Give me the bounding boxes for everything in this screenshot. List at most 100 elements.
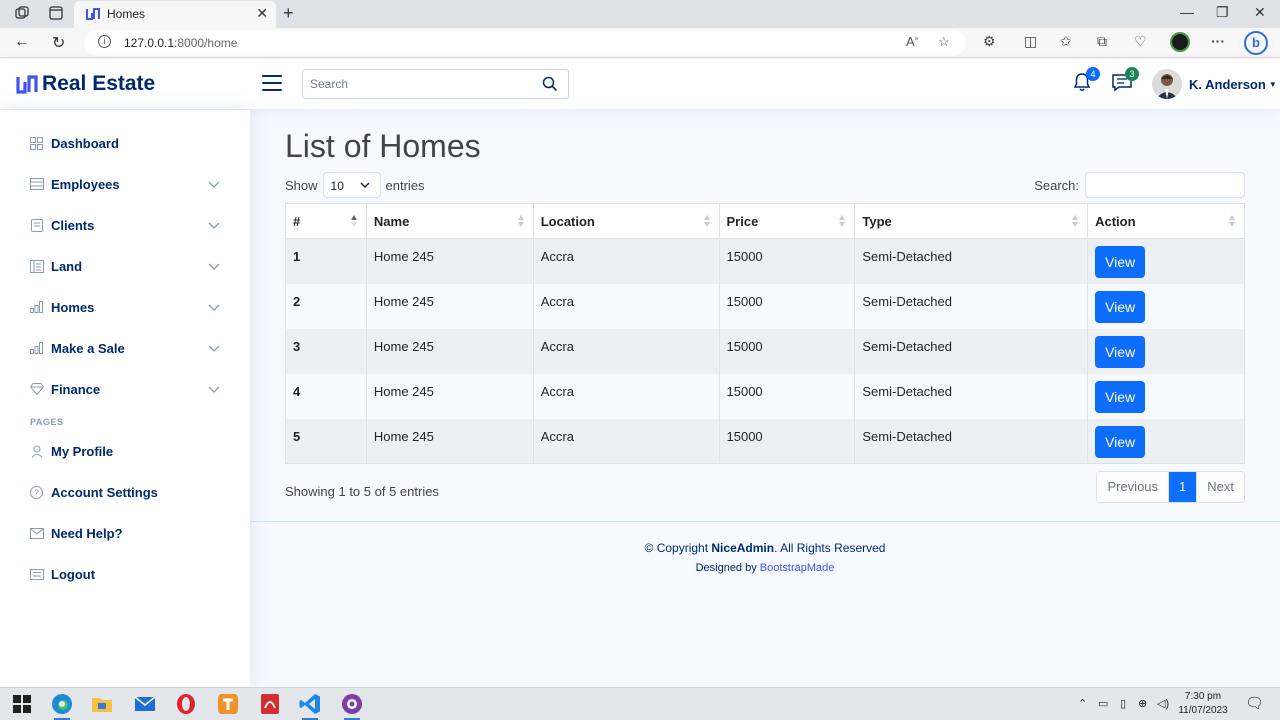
cell-location: Accra: [532, 328, 720, 374]
column-header-type[interactable]: Type: [854, 203, 1089, 239]
sidebar-item-dashboard[interactable]: Dashboard: [20, 125, 230, 161]
pdf-reader-icon[interactable]: [258, 692, 282, 716]
column-header-label: Action: [1095, 213, 1136, 229]
extensions-icon[interactable]: ⚙: [983, 33, 996, 50]
back-icon[interactable]: ←: [14, 33, 30, 51]
close-tab-icon[interactable]: ✕: [256, 5, 268, 22]
cell-price: 15000: [718, 328, 856, 374]
view-button[interactable]: View: [1095, 380, 1146, 413]
browser-toolbar: ← ↻ i 127.0.0.1:8000/home A» ☆ ⚙ ◫ ✩ ⧉ ♡…: [0, 28, 1280, 58]
column-header-name[interactable]: Name: [365, 203, 534, 239]
column-header-number[interactable]: #: [285, 203, 367, 239]
read-aloud-icon[interactable]: A»: [906, 34, 919, 49]
copilot-icon[interactable]: b: [1244, 31, 1268, 55]
search-input[interactable]: [303, 70, 533, 98]
favorites-icon[interactable]: ✩: [1060, 33, 1072, 50]
column-header-label: Location: [540, 213, 595, 229]
sidebar-item-homes[interactable]: Homes: [20, 289, 230, 325]
view-button[interactable]: View: [1095, 425, 1146, 458]
designer-link[interactable]: BootstrapMade: [760, 562, 835, 574]
browser-profile-avatar[interactable]: [1170, 32, 1190, 52]
column-header-location[interactable]: Location: [532, 203, 720, 239]
edge-browser-icon[interactable]: [50, 692, 74, 720]
column-header-price[interactable]: Price: [718, 203, 856, 239]
user-name: K. Anderson: [1189, 76, 1266, 92]
next-page-button[interactable]: Next: [1196, 472, 1244, 502]
cell-number: 5: [285, 418, 367, 464]
workspaces-icon[interactable]: [14, 6, 30, 22]
url-host: 127.0.0.1: [124, 36, 175, 50]
tab-homes[interactable]: Homes ✕: [74, 1, 276, 28]
tab-actions-icon[interactable]: [48, 6, 64, 22]
chevron-down-icon: [208, 304, 220, 311]
sidebar-item-clients[interactable]: Clients: [20, 207, 230, 243]
opera-icon[interactable]: [174, 692, 198, 716]
sort-asc-icon: [350, 215, 357, 227]
view-button[interactable]: View: [1095, 335, 1146, 368]
battery-icon[interactable]: ▭: [1098, 697, 1108, 710]
sidebar: Dashboard Employees Clients Land Homes M…: [0, 110, 250, 687]
vscode-icon[interactable]: [298, 692, 322, 720]
favorite-star-icon[interactable]: ☆: [938, 34, 950, 50]
sidebar-item-finance[interactable]: Finance: [20, 371, 230, 407]
meet-now-icon[interactable]: ▯: [1120, 697, 1126, 710]
homes-table: # Name Location Price Type Action 1 Home…: [285, 203, 1245, 464]
cell-type: Semi-Detached: [854, 418, 1089, 464]
sidebar-item-label: Homes: [51, 299, 95, 315]
sidebar-item-label: My Profile: [51, 443, 114, 459]
page-1-button[interactable]: 1: [1168, 472, 1197, 502]
restore-icon[interactable]: ❐: [1216, 4, 1229, 21]
new-tab-icon[interactable]: +: [283, 3, 294, 24]
sidebar-item-account-settings[interactable]: ? Account Settings: [20, 474, 230, 510]
notification-center-icon[interactable]: 🗨: [1245, 694, 1264, 712]
caret-down-icon: ▼: [1268, 79, 1277, 89]
sidebar-item-logout[interactable]: Logout: [20, 556, 230, 592]
file-explorer-icon[interactable]: [90, 692, 114, 716]
sidebar-item-need-help[interactable]: Need Help?: [20, 515, 230, 551]
chevron-down-icon: [208, 386, 220, 393]
volume-icon[interactable]: ◁): [1157, 697, 1169, 710]
messages-button[interactable]: 3: [1111, 67, 1139, 93]
split-screen-icon[interactable]: ◫: [1024, 33, 1037, 50]
main-content: List of Homes Show 10 entries Search: # …: [250, 110, 1280, 687]
globe-icon[interactable]: ⊕: [1138, 697, 1147, 710]
sidebar-item-employees[interactable]: Employees: [20, 166, 230, 202]
search-icon[interactable]: [542, 76, 558, 92]
sort-icon: [1229, 215, 1235, 227]
entries-select[interactable]: 10: [322, 172, 381, 198]
performance-icon[interactable]: ♡: [1134, 33, 1147, 50]
minimize-icon[interactable]: —: [1180, 4, 1194, 20]
address-bar[interactable]: i 127.0.0.1:8000/home A» ☆: [84, 30, 966, 56]
profile-dropdown[interactable]: K. Anderson ▼: [1152, 68, 1277, 100]
cell-location: Accra: [532, 238, 720, 284]
brand-name: Real Estate: [42, 72, 156, 95]
view-button[interactable]: View: [1095, 290, 1146, 323]
more-options-icon[interactable]: ···: [1211, 33, 1225, 49]
sidebar-item-my-profile[interactable]: My Profile: [20, 433, 230, 469]
view-button[interactable]: View: [1095, 246, 1146, 278]
show-hidden-icons-icon[interactable]: ⌃: [1078, 697, 1087, 710]
collections-icon[interactable]: ⧉: [1097, 33, 1107, 50]
brand-logo[interactable]: Real Estate: [16, 71, 155, 97]
cell-name: Home 245: [365, 283, 534, 329]
site-info-icon[interactable]: i: [98, 35, 111, 48]
previous-page-button[interactable]: Previous: [1097, 472, 1169, 502]
toggle-sidebar-icon[interactable]: [262, 75, 282, 91]
table-header-row: # Name Location Price Type Action: [285, 203, 1245, 239]
close-window-icon[interactable]: ✕: [1254, 4, 1266, 21]
sidebar-item-make-a-sale[interactable]: Make a Sale: [20, 330, 230, 366]
refresh-icon[interactable]: ↻: [52, 33, 65, 53]
table-row: 3 Home 245 Accra 15000 Semi-Detached Vie…: [285, 328, 1245, 374]
column-header-action[interactable]: Action: [1087, 203, 1245, 239]
mail-icon[interactable]: [133, 692, 157, 716]
sidebar-item-land[interactable]: Land: [20, 248, 230, 284]
sort-icon: [839, 215, 846, 227]
show-label: Show: [285, 177, 318, 193]
app-t-icon[interactable]: [216, 692, 240, 716]
notifications-button[interactable]: 4: [1072, 67, 1100, 93]
system-clock[interactable]: 7:30 pm 11/07/2023: [1178, 690, 1228, 718]
github-desktop-icon[interactable]: [340, 692, 364, 720]
copyright-suffix: . All Rights Reserved: [774, 541, 886, 555]
table-search-input[interactable]: [1085, 172, 1245, 198]
windows-start-icon[interactable]: [10, 692, 34, 716]
